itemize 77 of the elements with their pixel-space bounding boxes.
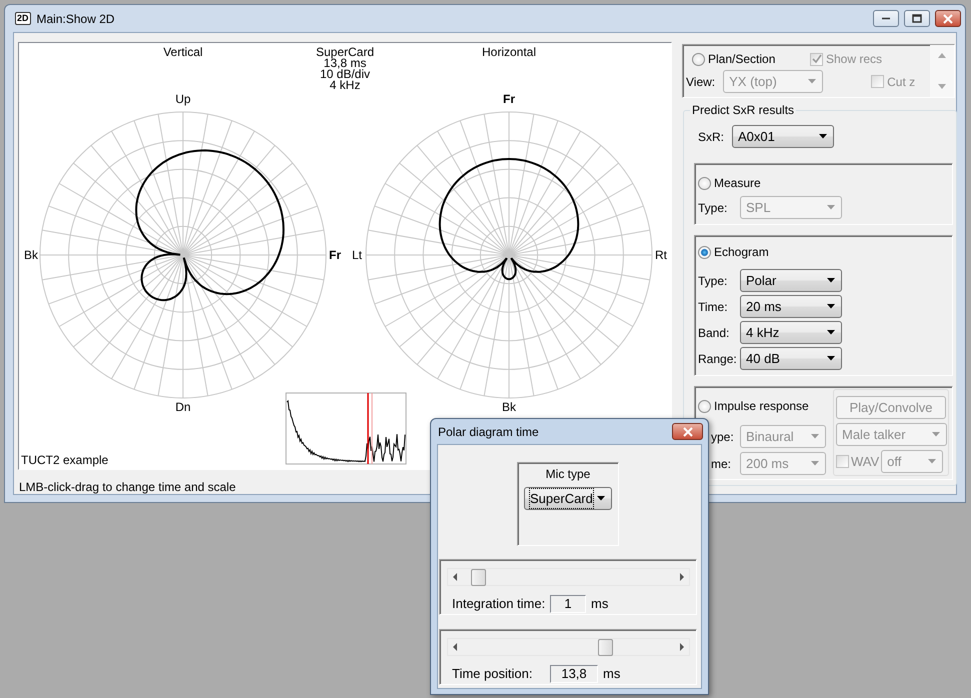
scroll-left-icon[interactable] — [453, 643, 457, 651]
dropdown[interactable]: 4 kHz — [740, 321, 842, 344]
plot-info: 4 kHz — [330, 78, 360, 92]
field-label: ype: — [711, 428, 735, 446]
plot-caption: TUCT2 example — [21, 453, 108, 467]
dropdown[interactable]: 20 ms — [740, 295, 842, 318]
axis-label: Dn — [175, 400, 191, 414]
dropdown[interactable]: SuperCard — [524, 487, 612, 510]
field-label: Integration time: — [452, 595, 546, 613]
caret-icon — [827, 278, 835, 283]
axis-label: Fr — [329, 248, 341, 262]
radio-button[interactable] — [692, 52, 705, 66]
slider-thumb[interactable] — [598, 639, 614, 656]
plot-title: Horizontal — [482, 45, 536, 59]
group-title: Predict SxR results — [690, 103, 796, 117]
field-label: Type: — [698, 200, 728, 216]
dropdown[interactable]: Polar — [740, 269, 842, 292]
caret-icon — [928, 459, 936, 464]
caret-icon — [819, 134, 828, 139]
radio-label[interactable]: Plan/Section — [708, 50, 810, 68]
axis-label: Bk — [502, 400, 516, 414]
unit-label: ms — [603, 665, 620, 683]
field-label: Band: — [698, 324, 730, 342]
radio-button[interactable] — [698, 400, 711, 412]
value-field[interactable]: 1 — [550, 594, 586, 613]
scroll-right-icon[interactable] — [680, 643, 684, 651]
close-icon — [943, 14, 953, 24]
axis-label: Bk — [24, 248, 38, 262]
scroll-left-icon[interactable] — [453, 573, 457, 581]
dropdown[interactable]: A0x01 — [732, 125, 834, 148]
caret-icon — [827, 205, 835, 210]
maximize-icon — [912, 14, 922, 23]
minimize-button[interactable] — [873, 10, 899, 27]
caret-icon — [932, 432, 940, 437]
window-title: Main:Show 2D — [36, 10, 115, 28]
radio-label[interactable]: Impulse response — [714, 397, 809, 415]
scroll-up-icon[interactable] — [938, 53, 946, 58]
status-text: LMB-click-drag to change time and scale — [19, 479, 237, 496]
caret-icon — [827, 356, 835, 361]
field-label: Range: — [698, 350, 738, 368]
axis-label: Rt — [655, 248, 667, 262]
radio-label[interactable]: Measure — [714, 174, 761, 192]
radio-label[interactable]: Echogram — [714, 243, 769, 261]
field-label: me: — [711, 456, 732, 472]
caret-icon — [827, 330, 835, 335]
caret-icon — [827, 304, 835, 309]
radio-button[interactable] — [698, 176, 711, 190]
axis-label: Up — [175, 92, 191, 106]
plot-title: Vertical — [163, 45, 203, 59]
close-button[interactable] — [672, 423, 703, 440]
field-label: Time: — [698, 298, 729, 316]
field-label: SxR: — [698, 128, 724, 146]
field-label: View: — [686, 74, 716, 90]
axis-label: Fr — [503, 92, 515, 106]
scroll-down-icon[interactable] — [938, 84, 946, 89]
plot-info: 10 dB/div — [320, 67, 370, 81]
value-field[interactable]: 13,8 — [550, 664, 598, 683]
dropdown[interactable]: 40 dB — [740, 347, 842, 370]
slider-thumb[interactable] — [470, 569, 486, 586]
radio-button[interactable] — [698, 246, 711, 258]
scroll-right-icon[interactable] — [680, 573, 684, 581]
scrollbar[interactable] — [447, 568, 690, 586]
close-icon — [682, 426, 692, 436]
caret-icon — [811, 434, 819, 439]
field-label: Type: — [698, 272, 728, 290]
minimize-icon — [882, 17, 890, 20]
maximize-button[interactable] — [904, 10, 930, 27]
plot-info: SuperCard — [316, 45, 374, 59]
scrollbar[interactable] — [447, 638, 690, 656]
unit-label: ms — [591, 595, 608, 613]
field-label: Time position: — [452, 665, 534, 683]
close-button[interactable] — [935, 10, 961, 27]
caret-icon — [808, 79, 816, 84]
axis-label: Lt — [352, 248, 362, 262]
window-icon: 2D — [15, 12, 31, 25]
caret-icon — [811, 461, 819, 466]
dialog-title: Polar diagram time — [438, 424, 539, 440]
